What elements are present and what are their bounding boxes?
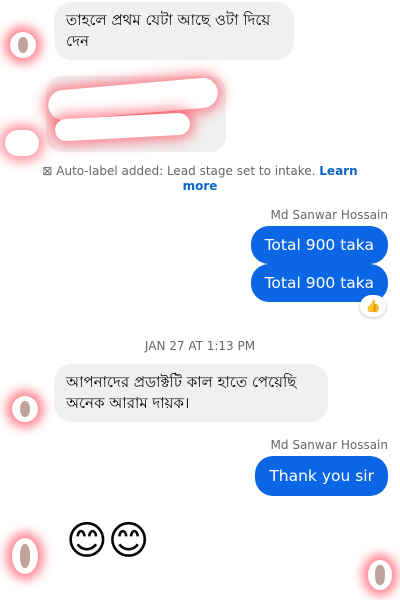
sender-name: Md Sanwar Hossain <box>270 208 388 222</box>
thumbs-up-icon[interactable]: 👍 <box>360 295 386 317</box>
seen-avatar <box>368 560 392 590</box>
contact-avatar[interactable] <box>12 538 38 574</box>
contact-avatar[interactable] <box>12 396 38 422</box>
emoji-message[interactable]: 😊😊 <box>66 518 149 564</box>
incoming-message[interactable]: তাহলে প্রথম যেটা আছে ওটা দিয়ে দেন <box>54 2 294 60</box>
auto-label-notice: ⊠ Auto-label added: Lead stage set to in… <box>40 164 360 194</box>
contact-avatar[interactable] <box>10 32 36 58</box>
timestamp: JAN 27 AT 1:13 PM <box>144 339 256 353</box>
outgoing-message[interactable]: Total 900 taka <box>250 226 388 264</box>
incoming-message[interactable]: আপনাদের প্রডাক্টটি কাল হাতে পেয়েছি অনেক… <box>54 364 328 422</box>
label-icon: ⊠ <box>42 164 53 178</box>
outgoing-message[interactable]: Thank you sir <box>255 456 388 496</box>
redaction-mark <box>5 130 39 156</box>
notice-text: Auto-label added: Lead stage set to inta… <box>56 164 320 178</box>
sender-name: Md Sanwar Hossain <box>270 438 388 452</box>
